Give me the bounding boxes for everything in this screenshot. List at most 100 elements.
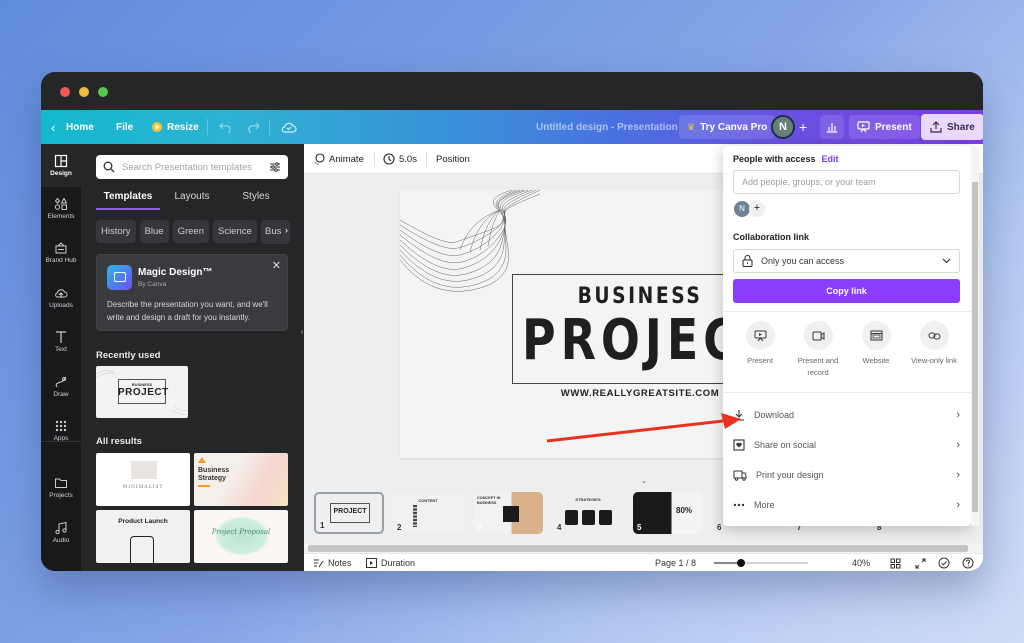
add-collaborator-button[interactable]: + xyxy=(799,110,807,144)
check-status-button[interactable] xyxy=(938,554,950,571)
duration-toggle-label: Duration xyxy=(381,558,416,568)
chip-history[interactable]: History xyxy=(96,220,136,243)
copy-link-button[interactable]: Copy link xyxy=(733,279,960,303)
crown-icon: ♛ xyxy=(687,121,696,132)
chip-blue[interactable]: Blue xyxy=(139,220,169,243)
slide-heading-project[interactable]: PROJECT xyxy=(522,308,730,373)
add-people-input[interactable] xyxy=(733,170,960,194)
fullscreen-button[interactable] xyxy=(915,554,926,571)
share-panel-scrollbar[interactable] xyxy=(971,146,979,526)
scrollbar-thumb[interactable] xyxy=(972,182,978,512)
position-button[interactable]: Position xyxy=(436,144,470,174)
print-design-menu-item[interactable]: Print your design › xyxy=(733,463,960,487)
rail-item-design[interactable]: Design xyxy=(41,144,81,187)
present-button[interactable]: Present xyxy=(849,115,920,139)
zoom-slider[interactable] xyxy=(714,559,808,567)
rail-item-projects[interactable]: Projects xyxy=(41,476,81,499)
rail-label: Draw xyxy=(53,391,69,398)
animate-button[interactable]: Animate xyxy=(313,144,364,174)
rail-item-draw[interactable]: Draw xyxy=(41,375,81,398)
download-menu-item[interactable]: Download › xyxy=(733,403,960,427)
resize-button[interactable]: Resize xyxy=(152,110,199,144)
share-on-social-menu-item[interactable]: Share on social › xyxy=(733,433,960,457)
more-menu-item[interactable]: More › xyxy=(733,493,960,517)
link-access-select[interactable]: Only you can access xyxy=(733,249,960,273)
share-option-present[interactable]: Present xyxy=(731,321,789,367)
slide-heading-business[interactable]: BUSINESS xyxy=(531,284,730,309)
close-window-button[interactable] xyxy=(60,87,70,97)
chevron-right-icon: › xyxy=(956,409,960,421)
rail-item-apps[interactable]: Apps xyxy=(41,419,81,442)
close-icon[interactable]: ✕ xyxy=(272,259,281,272)
page-thumbnail[interactable]: CONTENT 2 xyxy=(393,492,463,534)
redo-button[interactable] xyxy=(246,110,260,144)
template-search-input[interactable] xyxy=(122,161,262,173)
template-result[interactable]: Project Proposal xyxy=(194,510,288,563)
share-option-website[interactable]: Website xyxy=(847,321,905,367)
duration-toggle-button[interactable]: Duration xyxy=(366,554,415,571)
help-button[interactable] xyxy=(962,554,974,571)
triangle-logo-icon xyxy=(198,457,206,463)
file-menu-button[interactable]: File xyxy=(116,110,133,144)
share-option-view-only-link[interactable]: View-only link xyxy=(905,321,963,367)
website-icon xyxy=(861,321,891,350)
search-icon xyxy=(103,161,115,173)
notes-button[interactable]: Notes xyxy=(313,554,352,571)
template-result[interactable]: MINIMALIST xyxy=(96,453,190,506)
tab-styles[interactable]: Styles xyxy=(224,186,288,210)
document-title[interactable]: Untitled design - Presentation xyxy=(536,110,678,144)
filmstrip-scrollbar[interactable] xyxy=(304,544,983,553)
page-thumbnail[interactable]: PROJECT 1 xyxy=(314,492,384,534)
chip-green[interactable]: Green xyxy=(172,220,209,243)
undo-button[interactable] xyxy=(219,110,233,144)
share-option-present-and-record[interactable]: Present and record xyxy=(789,321,847,379)
home-button[interactable]: Home xyxy=(66,110,94,144)
chip-science[interactable]: Science xyxy=(212,220,257,243)
rail-item-audio[interactable]: Audio xyxy=(41,521,81,544)
magic-design-card[interactable]: Magic Design™ By Canva ✕ Describe the pr… xyxy=(96,254,288,331)
zoom-slider-handle[interactable] xyxy=(736,559,745,567)
scrollbar-thumb[interactable] xyxy=(308,545,968,552)
rail-label: Elements xyxy=(47,213,75,220)
user-avatar[interactable]: N xyxy=(771,115,795,139)
page-thumbnail[interactable]: STRATEGIES 4 xyxy=(553,492,623,534)
maximize-window-button[interactable] xyxy=(98,87,108,97)
page-indicator[interactable]: Page 1 / 8 xyxy=(655,554,696,571)
recent-template-thumbnail[interactable]: BUSINESS PROJECT xyxy=(96,366,188,418)
template-search[interactable] xyxy=(96,155,288,179)
rail-item-elements[interactable]: Elements xyxy=(41,197,81,220)
panel-tabs: Templates Layouts Styles xyxy=(96,186,288,210)
notes-label: Notes xyxy=(328,558,352,568)
page-thumbnail[interactable]: CONCEPT IN BUSINESS 3 xyxy=(473,492,543,534)
member-avatar[interactable]: N xyxy=(734,201,750,217)
template-result[interactable]: Business Strategy xyxy=(194,453,288,506)
duration-button[interactable]: 5.0s xyxy=(383,144,417,174)
avatar-initial: N xyxy=(779,121,787,133)
chip-business[interactable]: Bus › xyxy=(261,220,290,244)
template-result[interactable]: Product Launch xyxy=(96,510,190,563)
minimize-window-button[interactable] xyxy=(79,87,89,97)
add-member-button[interactable]: + xyxy=(749,201,765,217)
insights-button[interactable] xyxy=(820,115,844,139)
category-chips: History Blue Green Science xyxy=(96,220,257,243)
chevron-right-icon[interactable]: › xyxy=(285,225,288,236)
back-chevron-icon[interactable]: ‹ xyxy=(51,110,55,144)
try-canva-pro-button[interactable]: ♛ Try Canva Pro xyxy=(679,115,776,139)
tab-layouts[interactable]: Layouts xyxy=(160,186,224,210)
all-results-heading: All results xyxy=(96,436,142,447)
slide-canvas[interactable]: BUSINESS PROJECT WWW.REALLYGREATSITE.COM xyxy=(400,190,730,458)
zoom-level[interactable]: 40% xyxy=(852,554,870,571)
rail-item-text[interactable]: Text xyxy=(41,330,81,353)
share-button[interactable]: Share xyxy=(921,114,983,140)
file-label: File xyxy=(116,121,134,133)
rail-item-brand-hub[interactable]: Brand Hub xyxy=(41,241,81,264)
grid-view-button[interactable] xyxy=(890,554,901,571)
save-status-button[interactable] xyxy=(281,110,297,144)
edit-access-link[interactable]: Edit xyxy=(822,154,839,164)
tab-templates[interactable]: Templates xyxy=(96,186,160,210)
filter-sliders-icon[interactable] xyxy=(269,161,281,173)
cloud-check-icon xyxy=(281,122,297,133)
slide-website-url[interactable]: WWW.REALLYGREATSITE.COM xyxy=(512,388,730,399)
rail-item-uploads[interactable]: Uploads xyxy=(41,286,81,309)
page-thumbnail[interactable]: 80% 5 xyxy=(633,492,703,534)
